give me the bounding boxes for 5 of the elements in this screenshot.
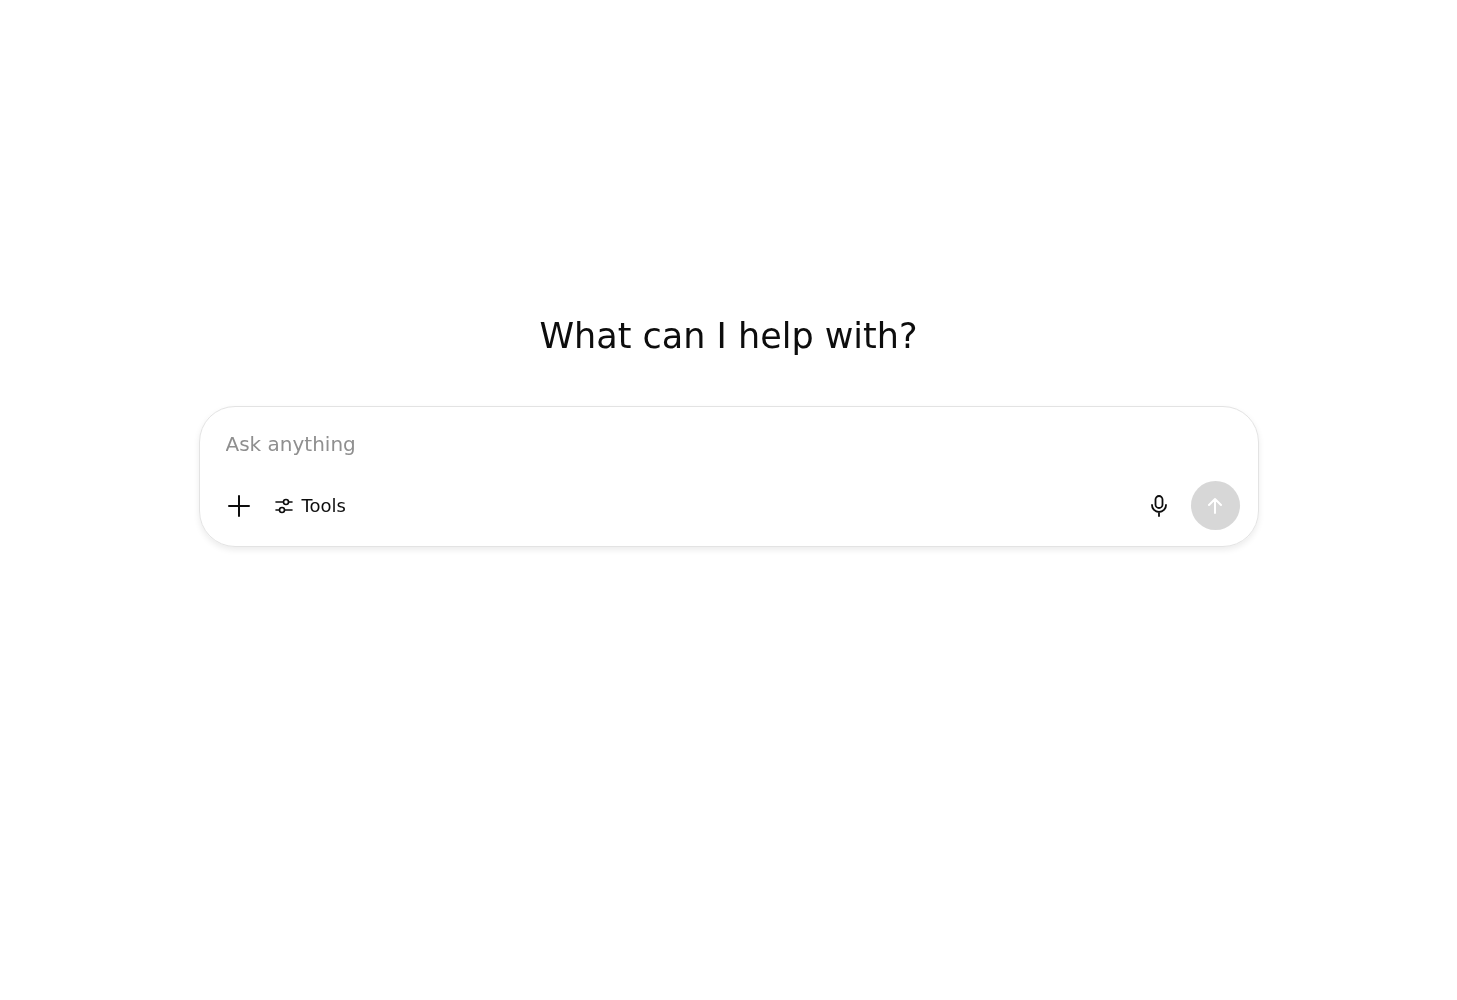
arrow-up-icon <box>1205 495 1225 516</box>
page-heading: What can I help with? <box>539 315 918 358</box>
plus-icon <box>226 493 251 518</box>
message-input[interactable]: Ask anything <box>225 427 1240 461</box>
tools-button[interactable]: Tools <box>265 485 354 526</box>
